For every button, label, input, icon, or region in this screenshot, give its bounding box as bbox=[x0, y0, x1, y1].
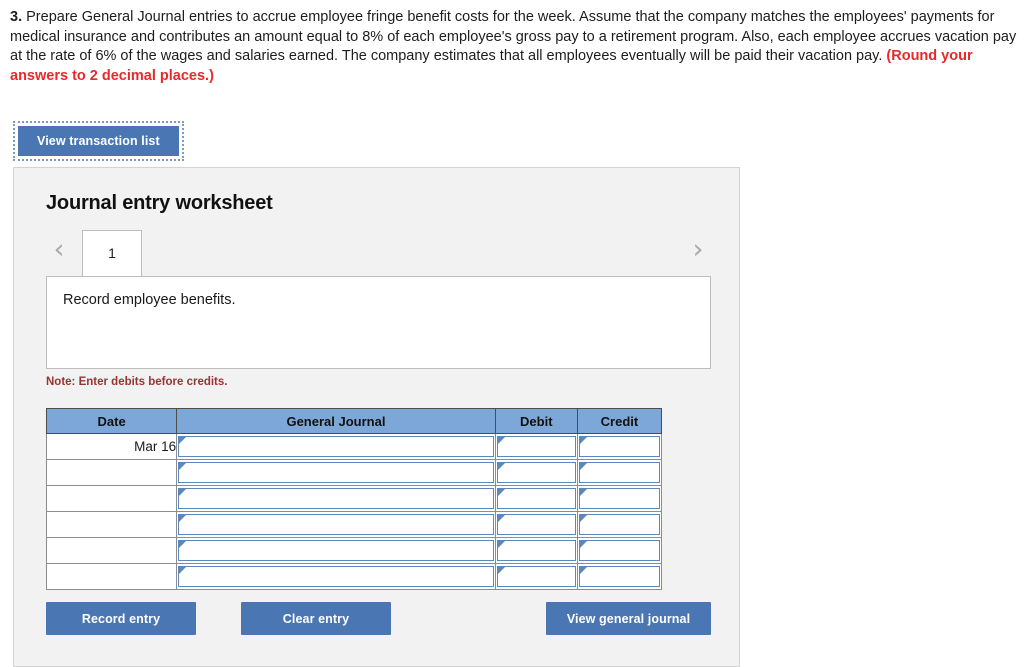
credit-input[interactable] bbox=[578, 566, 660, 587]
question-number: 3. bbox=[10, 9, 23, 25]
next-entry-chevron-icon[interactable]: › bbox=[685, 236, 711, 266]
debits-before-credits-note: Note: Enter debits before credits. bbox=[46, 376, 228, 388]
debit-input[interactable] bbox=[496, 540, 576, 561]
general-journal-input[interactable] bbox=[178, 488, 494, 509]
worksheet-tab-strip: ‹ 1 › bbox=[46, 230, 711, 277]
debit-cell[interactable] bbox=[494, 459, 578, 486]
credit-input[interactable] bbox=[578, 436, 660, 457]
table-row bbox=[45, 485, 663, 512]
table-row bbox=[45, 563, 663, 590]
credit-input[interactable] bbox=[578, 514, 660, 535]
record-entry-button[interactable]: Record entry bbox=[46, 602, 196, 635]
credit-cell[interactable] bbox=[576, 485, 663, 512]
journal-entry-panel: Journal entry worksheet ‹ 1 › Record emp… bbox=[13, 167, 740, 667]
view-general-journal-button[interactable]: View general journal bbox=[546, 602, 711, 635]
general-journal-input[interactable] bbox=[178, 540, 494, 561]
general-journal-cell[interactable] bbox=[176, 433, 496, 460]
table-row: Mar 16 bbox=[45, 433, 663, 460]
previous-entry-chevron-icon[interactable]: ‹ bbox=[46, 236, 72, 266]
credit-cell[interactable] bbox=[576, 459, 663, 486]
column-header-debit: Debit bbox=[494, 408, 578, 434]
date-cell[interactable] bbox=[45, 537, 178, 564]
general-journal-cell[interactable] bbox=[176, 537, 496, 564]
view-transaction-list-button[interactable]: View transaction list bbox=[18, 126, 179, 156]
credit-cell[interactable] bbox=[576, 511, 663, 538]
debit-cell[interactable] bbox=[494, 485, 578, 512]
date-cell[interactable] bbox=[45, 485, 178, 512]
general-journal-input[interactable] bbox=[178, 462, 494, 483]
general-journal-cell[interactable] bbox=[176, 563, 496, 590]
debit-cell[interactable] bbox=[494, 511, 578, 538]
clear-entry-button[interactable]: Clear entry bbox=[241, 602, 391, 635]
view-transaction-list-focus-ring: View transaction list bbox=[13, 121, 184, 161]
date-cell[interactable] bbox=[45, 459, 178, 486]
general-journal-input[interactable] bbox=[178, 514, 494, 535]
debit-input[interactable] bbox=[496, 436, 576, 457]
debit-input[interactable] bbox=[496, 566, 576, 587]
journal-entry-table: Date General Journal Debit Credit Mar 16 bbox=[45, 408, 663, 590]
column-header-general-journal: General Journal bbox=[176, 408, 496, 434]
question-prompt: 3. Prepare General Journal entries to ac… bbox=[10, 8, 1018, 86]
general-journal-cell[interactable] bbox=[176, 485, 496, 512]
credit-cell[interactable] bbox=[576, 563, 663, 590]
table-row bbox=[45, 459, 663, 486]
debit-input[interactable] bbox=[496, 488, 576, 509]
entry-description-box: Record employee benefits. bbox=[46, 276, 711, 369]
general-journal-cell[interactable] bbox=[176, 511, 496, 538]
column-header-credit: Credit bbox=[576, 408, 663, 434]
general-journal-input[interactable] bbox=[178, 566, 494, 587]
worksheet-footer: Record entry Clear entry View general jo… bbox=[46, 602, 711, 642]
credit-cell[interactable] bbox=[576, 433, 663, 460]
date-cell[interactable] bbox=[45, 511, 178, 538]
debit-cell[interactable] bbox=[494, 537, 578, 564]
date-cell[interactable]: Mar 16 bbox=[45, 433, 178, 460]
general-journal-cell[interactable] bbox=[176, 459, 496, 486]
debit-cell[interactable] bbox=[494, 563, 578, 590]
debit-input[interactable] bbox=[496, 462, 576, 483]
debit-input[interactable] bbox=[496, 514, 576, 535]
worksheet-tab-1[interactable]: 1 bbox=[82, 230, 142, 276]
entry-description-text: Record employee benefits. bbox=[63, 292, 236, 308]
date-cell[interactable] bbox=[45, 563, 178, 590]
credit-input[interactable] bbox=[578, 488, 660, 509]
credit-cell[interactable] bbox=[576, 537, 663, 564]
credit-input[interactable] bbox=[578, 540, 660, 561]
column-header-date: Date bbox=[45, 408, 178, 434]
table-row bbox=[45, 511, 663, 538]
debit-cell[interactable] bbox=[494, 433, 578, 460]
table-header-row: Date General Journal Debit Credit bbox=[45, 408, 663, 434]
credit-input[interactable] bbox=[578, 462, 660, 483]
table-row bbox=[45, 537, 663, 564]
question-body: Prepare General Journal entries to accru… bbox=[10, 9, 1017, 64]
general-journal-input[interactable] bbox=[178, 436, 494, 457]
panel-title: Journal entry worksheet bbox=[46, 192, 273, 214]
